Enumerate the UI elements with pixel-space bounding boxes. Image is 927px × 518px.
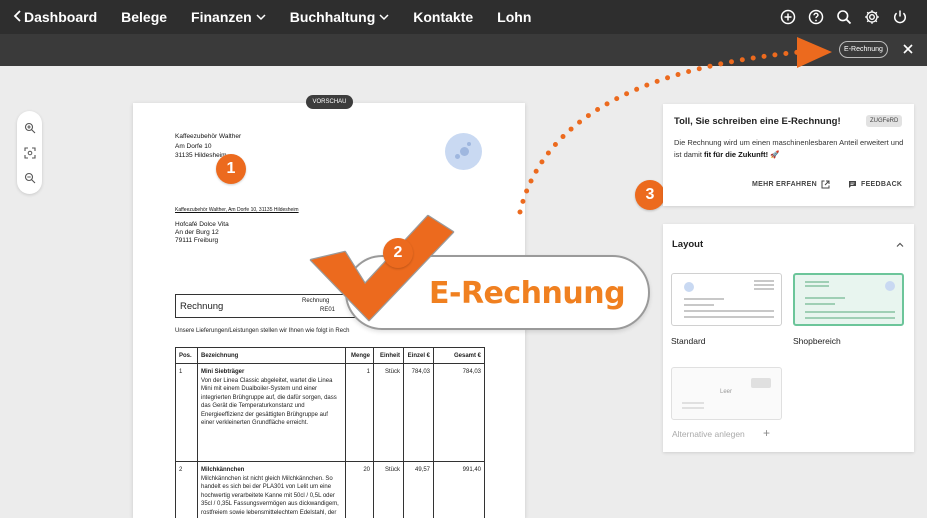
layout-option-label: Standard (671, 336, 706, 346)
col-header: Einheit (373, 347, 404, 364)
zoom-in-icon[interactable] (24, 122, 36, 134)
cell-pos: 1 (175, 363, 198, 462)
add-alternative-link[interactable]: Alternative anlegen (672, 429, 745, 439)
recipient-line: An der Burg 12 (175, 229, 219, 236)
item-name: Mini Siebträger (201, 369, 245, 375)
layout-card: Layout Standard Shopbereich Leer Alterna… (663, 224, 914, 452)
nav-lohn[interactable]: Lohn (497, 9, 531, 25)
layout-option-label: Shopbereich (793, 336, 841, 346)
empty-layout-slot[interactable]: Leer (671, 367, 782, 420)
col-header: Einzel € (403, 347, 434, 364)
nav-label: Kontakte (413, 9, 474, 25)
nav-actions (779, 0, 909, 34)
plus-circle-icon[interactable] (779, 8, 797, 26)
nav-kontakte[interactable]: Kontakte (413, 9, 473, 25)
nav-belege[interactable]: Belege (121, 9, 167, 25)
e-rechnung-info-card: Toll, Sie schreiben eine E-Rechnung! ZUG… (663, 104, 914, 206)
recipient-line: 79111 Freiburg (175, 237, 219, 244)
info-card-body: Die Rechnung wird um einen maschinenlesb… (674, 137, 910, 161)
power-icon[interactable] (891, 8, 909, 26)
table-row: 1 Mini Siebträger Von der Linea Classic … (175, 363, 485, 462)
nav-label: Buchhaltung (289, 9, 376, 25)
settings-icon[interactable] (863, 8, 881, 26)
nav-label: Belege (121, 9, 168, 25)
step-badge-1: 1 (216, 154, 246, 184)
empty-label: Leer (720, 389, 733, 395)
body-bold-text: fit für die Zukunft! (704, 150, 769, 159)
external-link-icon (821, 180, 830, 189)
zugferd-tag: ZUGFeRD (866, 115, 903, 127)
sender-line: Kaffeezubehör Walther (175, 133, 242, 140)
nav-label: Finanzen (191, 9, 252, 25)
checkmark-icon (309, 214, 455, 322)
learn-more-label: MEHR ERFAHREN (752, 181, 817, 188)
cell-total: 991,40 (433, 461, 485, 518)
invoice-title: Rechnung (180, 301, 224, 312)
search-icon[interactable] (835, 8, 853, 26)
cell-description: Mini Siebträger Von der Linea Classic ab… (197, 363, 346, 462)
chevron-down-icon (256, 14, 266, 21)
plus-icon[interactable]: + (763, 426, 770, 440)
preview-label: VORSCHAU (306, 95, 353, 109)
info-card-title: Toll, Sie schreiben eine E-Rechnung! (674, 116, 841, 127)
item-desc: Von der Linea Classic abgeleitet, wartet… (201, 377, 337, 427)
chevron-down-icon (379, 14, 389, 21)
item-name: Milchkännchen (201, 467, 245, 473)
nav-label: Lohn (497, 9, 532, 25)
nav-label: Dashboard (24, 9, 98, 25)
col-header: Menge (345, 347, 374, 364)
feedback-label: FEEDBACK (861, 181, 903, 188)
cell-unit-price: 49,57 (403, 461, 434, 518)
step-badge-3: 3 (635, 180, 665, 210)
company-logo (445, 133, 482, 170)
recipient-line: Hofcafé Dolce Vita (175, 221, 229, 228)
feedback-icon (849, 181, 856, 188)
cell-quantity: 20 (345, 461, 374, 518)
item-desc: Milchkännchen ist nicht gleich Milchkänn… (201, 475, 339, 516)
layout-option-shopbereich[interactable] (793, 273, 904, 326)
cell-pos: 2 (175, 461, 198, 518)
cell-unit-price: 784,03 (403, 363, 434, 462)
back-arrow-icon[interactable] (10, 8, 26, 24)
cell-description: Milchkännchen Milchkännchen ist nicht gl… (197, 461, 346, 518)
invoice-intro: Unsere Lieferungen/Leistungen stellen wi… (175, 328, 350, 334)
recipient-address: Hofcafé Dolce Vita An der Burg 12 79111 … (175, 221, 229, 245)
step-badge-2: 2 (383, 238, 413, 268)
fit-screen-icon[interactable] (23, 146, 36, 159)
cell-total: 784,03 (433, 363, 485, 462)
table-header-row: Pos. Bezeichnung Menge Einheit Einzel € … (175, 347, 485, 364)
sender-line: Am Dorfe 10 (175, 142, 212, 150)
top-navigation: Dashboard Belege Finanzen Buchhaltung Ko… (0, 0, 927, 34)
nav-buchhaltung[interactable]: Buchhaltung (290, 9, 390, 25)
feedback-button[interactable]: FEEDBACK (848, 180, 902, 189)
cell-unit: Stück (373, 363, 404, 462)
nav-finanzen[interactable]: Finanzen (191, 9, 266, 25)
zoom-toolbar (17, 111, 42, 194)
nav-dashboard[interactable]: Dashboard (24, 9, 97, 25)
col-header: Gesamt € (433, 347, 485, 364)
layout-title: Layout (672, 239, 704, 250)
chevron-up-icon[interactable] (895, 240, 905, 250)
layout-option-standard[interactable] (671, 273, 782, 326)
table-row: 2 Milchkännchen Milchkännchen ist nicht … (175, 461, 485, 518)
col-header: Pos. (175, 347, 198, 364)
close-icon[interactable] (902, 43, 914, 55)
rocket-icon: 🚀 (770, 150, 780, 159)
zoom-out-icon[interactable] (24, 172, 36, 184)
help-icon[interactable] (807, 8, 825, 26)
cell-unit: Stück (373, 461, 404, 518)
line-items-table: Pos. Bezeichnung Menge Einheit Einzel € … (175, 347, 485, 518)
learn-more-button[interactable]: MEHR ERFAHREN (752, 180, 830, 189)
cell-quantity: 1 (345, 363, 374, 462)
return-address-line: Kaffeezubehör Walther, Am Dorfe 10, 3113… (175, 207, 299, 213)
col-header: Bezeichnung (197, 347, 346, 364)
